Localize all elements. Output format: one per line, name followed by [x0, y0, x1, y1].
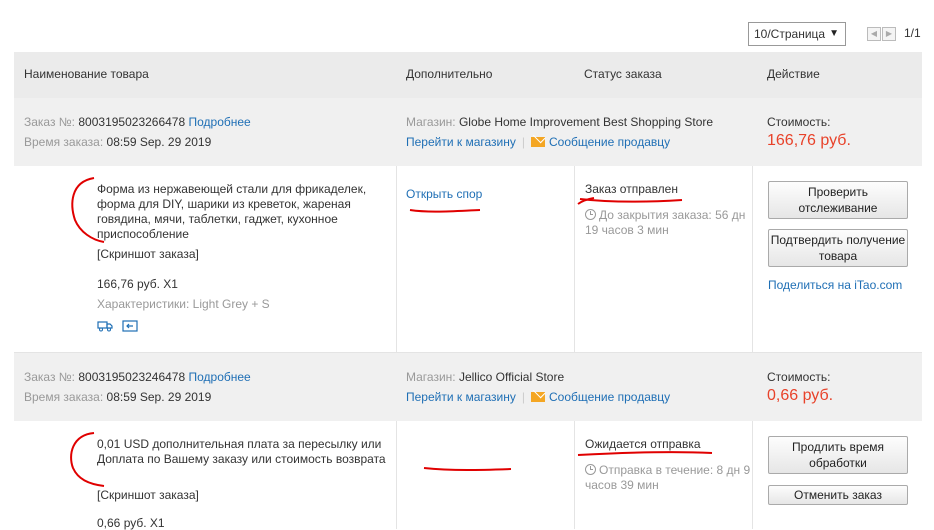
screenshot-link[interactable]: [Скриншот заказа] — [97, 247, 199, 261]
next-page-button[interactable]: ▶ — [882, 27, 896, 41]
mail-icon — [531, 392, 545, 402]
timer-text: Отправка в течение: 8 дн 9 часов 39 мин — [585, 463, 751, 492]
screenshot-link[interactable]: [Скриншот заказа] — [97, 488, 199, 502]
page-count: 1/1 — [904, 26, 921, 40]
clock-icon — [585, 464, 596, 475]
share-line: Поделиться на iTao.com — [768, 278, 902, 292]
cost-label: Стоимость: — [767, 115, 831, 129]
column-divider — [752, 166, 753, 352]
share-text[interactable]: Поделиться на — [768, 278, 854, 292]
header-product: Наименование товара — [24, 67, 149, 81]
order-number-label: Заказ №: — [24, 115, 76, 129]
annotation-underline — [579, 198, 683, 203]
order-number: 8003195023246478 — [78, 370, 186, 384]
open-dispute-link[interactable]: Открыть спор — [406, 187, 482, 201]
cancel-order-button[interactable]: Отменить заказ — [768, 485, 908, 505]
annotation-underline — [577, 451, 713, 456]
price-qty: 166,76 руб. X1 — [97, 277, 178, 291]
mail-icon — [531, 137, 545, 147]
return-icon[interactable] — [122, 320, 138, 335]
store-line: Магазин: Globe Home Improvement Best Sho… — [406, 115, 713, 129]
go-to-store-link[interactable]: Перейти к магазину — [406, 390, 516, 404]
order-number-label: Заказ №: — [24, 370, 76, 384]
price-qty: 0,66 руб. X1 — [97, 516, 165, 530]
annotation-underline — [577, 197, 595, 205]
extend-processing-button[interactable]: Продлить время обработки — [768, 436, 908, 474]
per-page-select[interactable]: 10/Страница ▼ — [748, 22, 846, 46]
column-divider — [574, 421, 575, 529]
cost-label: Стоимость: — [767, 370, 831, 384]
go-to-store-link[interactable]: Перейти к магазину — [406, 135, 516, 149]
store-name: Jellico Official Store — [458, 370, 565, 384]
order-cost: 166,76 руб. — [767, 132, 851, 149]
column-divider — [574, 166, 575, 352]
order-timer: До закрытия заказа: 56 дн 19 часов 3 мин — [585, 208, 755, 238]
store-label: Магазин: — [406, 370, 456, 384]
track-button[interactable]: Проверить отслеживание — [768, 181, 908, 219]
order-status: Заказ отправлен — [585, 182, 678, 196]
per-page-value: 10/Страница — [754, 27, 826, 41]
product-title[interactable]: Форма из нержавеющей стали для фрикаделе… — [97, 182, 397, 242]
details-link[interactable]: Подробнее — [189, 115, 251, 129]
product-specs: Характеристики: Light Grey + S — [97, 297, 270, 311]
message-seller-link[interactable]: Сообщение продавцу — [549, 135, 670, 149]
confirm-receipt-button[interactable]: Подтвердить получение товара — [768, 229, 908, 267]
truck-icon[interactable] — [97, 320, 113, 335]
details-link[interactable]: Подробнее — [189, 370, 251, 384]
annotation-underline — [423, 467, 512, 471]
share-site-link[interactable]: iTao.com — [854, 278, 902, 292]
store-actions: Перейти к магазину | Сообщение продавцу — [406, 390, 671, 404]
order-timer: Отправка в течение: 8 дн 9 часов 39 мин — [585, 463, 755, 493]
header-extra: Дополнительно — [406, 67, 493, 81]
store-label: Магазин: — [406, 115, 456, 129]
order-number-line: Заказ №: 8003195023266478 Подробнее — [24, 115, 251, 129]
order-time-line: Время заказа: 08:59 Sep. 29 2019 — [24, 135, 211, 149]
order-number-line: Заказ №: 8003195023246478 Подробнее — [24, 370, 251, 384]
timer-text: До закрытия заказа: 56 дн 19 часов 3 мин — [585, 208, 746, 237]
order-status: Ожидается отправка — [585, 437, 701, 451]
order-time-label: Время заказа: — [24, 390, 104, 404]
order-time-line: Время заказа: 08:59 Sep. 29 2019 — [24, 390, 211, 404]
product-title[interactable]: 0,01 USD дополнительная плата за пересыл… — [97, 437, 397, 467]
clock-icon — [585, 209, 596, 220]
header-status: Статус заказа — [584, 67, 662, 81]
order-time-label: Время заказа: — [24, 135, 104, 149]
store-line: Магазин: Jellico Official Store — [406, 370, 564, 384]
message-seller-link[interactable]: Сообщение продавцу — [549, 390, 670, 404]
prev-page-button[interactable]: ◀ — [867, 27, 881, 41]
order-number: 8003195023266478 — [78, 115, 186, 129]
order-time: 08:59 Sep. 29 2019 — [106, 135, 212, 149]
header-action: Действие — [767, 67, 820, 81]
store-name: Globe Home Improvement Best Shopping Sto… — [458, 115, 714, 129]
chevron-down-icon: ▼ — [829, 28, 839, 39]
store-actions: Перейти к магазину | Сообщение продавцу — [406, 135, 671, 149]
order-cost: 0,66 руб. — [767, 387, 834, 404]
order-time: 08:59 Sep. 29 2019 — [106, 390, 212, 404]
annotation-underline — [409, 209, 481, 213]
